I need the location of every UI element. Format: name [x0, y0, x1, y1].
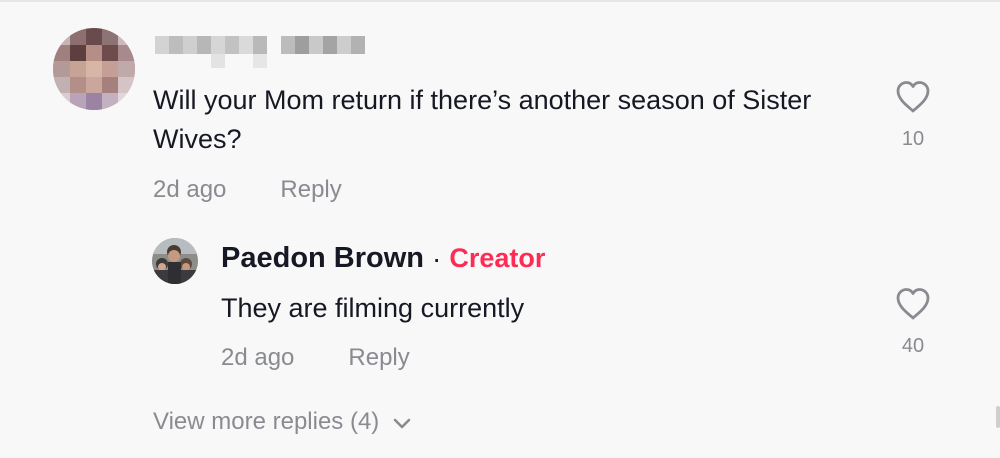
like-count: 40	[901, 335, 925, 357]
comment-like: 10	[883, 80, 943, 151]
username-redacted[interactable]	[155, 32, 367, 70]
reply-text: They are filming currently	[221, 293, 525, 323]
view-more-replies-button[interactable]: View more replies (4)	[153, 408, 411, 436]
scrollbar-handle[interactable]	[996, 406, 1000, 428]
comment-meta: 2d ago Reply	[153, 176, 342, 204]
creator-avatar-image	[152, 238, 198, 284]
reply-to-reply-button[interactable]: Reply	[348, 344, 409, 372]
like-count: 10	[901, 128, 925, 150]
chevron-down-icon	[394, 418, 411, 429]
reply-button[interactable]: Reply	[280, 176, 341, 204]
reply-timestamp: 2d ago	[221, 344, 295, 371]
creator-badge: Creator	[449, 243, 546, 273]
comment-timestamp: 2d ago	[153, 176, 227, 203]
reply-meta: 2d ago Reply	[221, 344, 410, 372]
comment-text: Will your Mom return if there’s another …	[153, 85, 812, 154]
reply-author-name[interactable]: Paedon Brown	[221, 242, 424, 275]
reply-like: 40	[883, 287, 943, 358]
avatar[interactable]	[53, 28, 135, 110]
reply-header: Paedon Brown · Creator	[221, 242, 545, 275]
comments-panel: Will your Mom return if there’s another …	[0, 0, 1000, 458]
heart-icon[interactable]	[895, 80, 931, 114]
creator-avatar[interactable]	[152, 238, 198, 284]
view-more-replies-label: View more replies (4)	[153, 408, 380, 435]
pixelated-username	[155, 36, 365, 68]
pixelated-avatar-image	[53, 28, 135, 110]
heart-icon[interactable]	[895, 287, 931, 321]
separator-dot: ·	[432, 242, 442, 274]
